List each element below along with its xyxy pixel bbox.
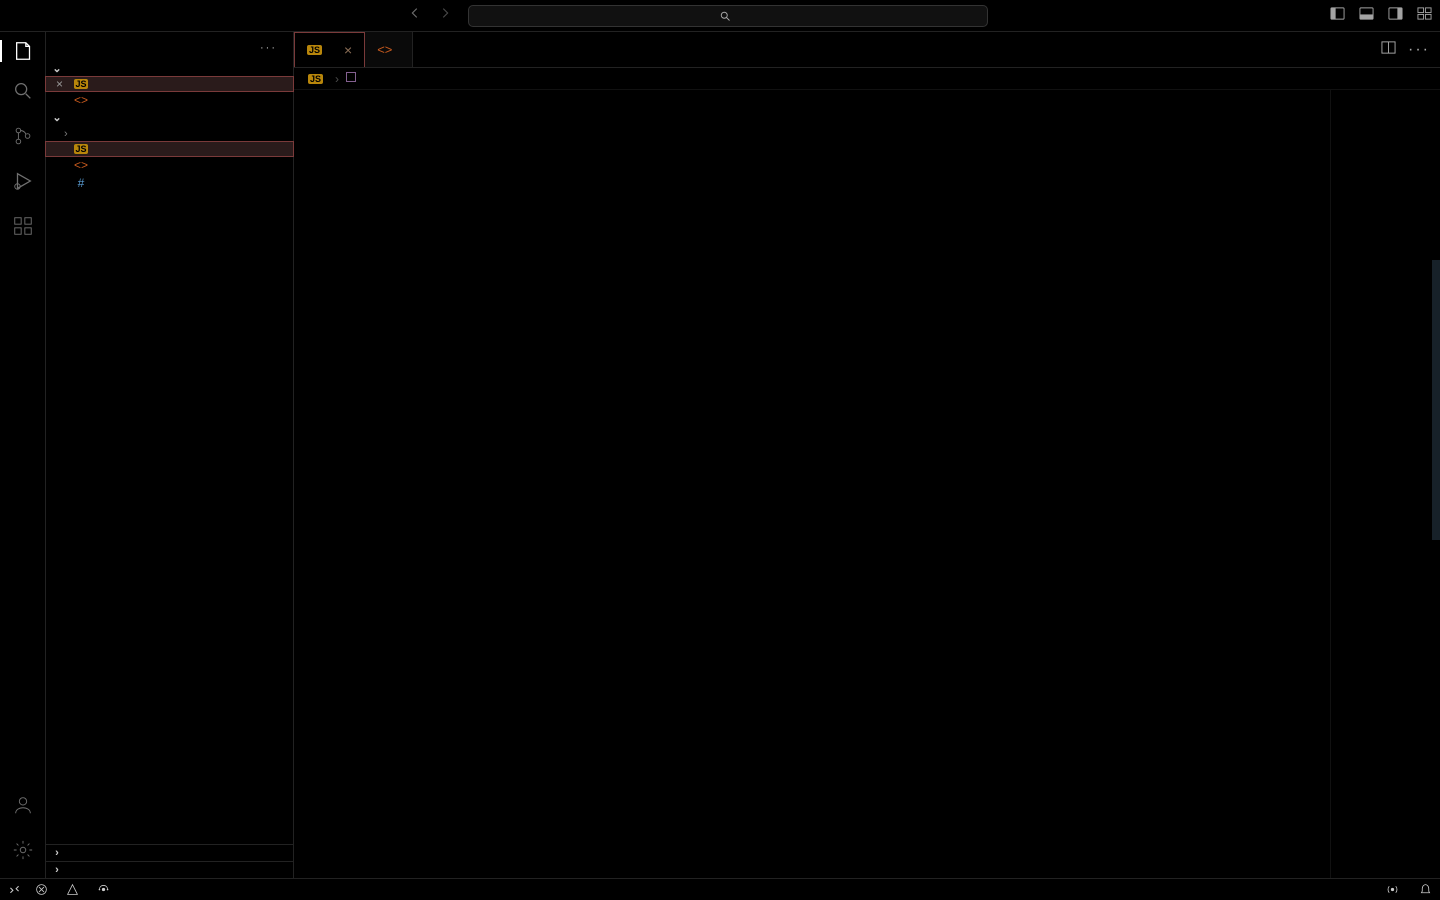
open-editor-item[interactable]: × JS	[46, 77, 293, 91]
timeline-header[interactable]: ›	[46, 861, 293, 878]
tree-file[interactable]: JS	[46, 142, 293, 156]
tree-folder[interactable]: ›	[46, 126, 293, 142]
sidebar-title: ···	[46, 32, 293, 60]
editor-area: JS × <> ··· JS ›	[294, 32, 1440, 878]
split-editor-icon[interactable]	[1381, 40, 1396, 60]
remote-indicator[interactable]	[8, 883, 21, 896]
symbol-icon	[345, 71, 357, 86]
activity-account-icon[interactable]	[12, 794, 34, 821]
layout-panel-icon[interactable]	[1359, 6, 1374, 26]
close-icon[interactable]: ×	[344, 42, 352, 58]
chevron-right-icon: ›	[64, 128, 68, 140]
status-errors[interactable]	[35, 883, 52, 896]
activity-scm-icon[interactable]	[12, 125, 34, 152]
activity-settings-icon[interactable]	[12, 839, 34, 866]
open-editor-item[interactable]: <>	[46, 91, 293, 109]
open-editors-header[interactable]: ⌄	[46, 60, 293, 77]
sidebar: ··· ⌄ × JS <> ⌄ › JS <>	[46, 32, 294, 878]
activity-explorer-icon[interactable]	[0, 40, 45, 62]
activity-search-icon[interactable]	[12, 80, 34, 107]
status-warnings[interactable]	[66, 883, 83, 896]
chevron-down-icon: ⌄	[50, 62, 64, 75]
search-box[interactable]	[468, 5, 988, 27]
tree-file[interactable]: #	[46, 174, 293, 192]
close-icon[interactable]: ×	[56, 77, 63, 91]
status-live-server[interactable]	[1386, 883, 1403, 896]
tab-bar: JS × <> ···	[294, 32, 1440, 68]
layout-sidebar-left-icon[interactable]	[1330, 6, 1345, 26]
tab-index-html[interactable]: <>	[365, 32, 413, 67]
layout-customize-icon[interactable]	[1417, 6, 1432, 26]
activity-debug-icon[interactable]	[12, 170, 34, 197]
minimap-viewport[interactable]	[1432, 260, 1440, 540]
tab-app-js[interactable]: JS ×	[294, 32, 365, 67]
titlebar	[0, 0, 1440, 32]
status-port-forward[interactable]	[97, 883, 114, 896]
editor-body[interactable]	[294, 90, 1440, 878]
chevron-right-icon: ›	[50, 847, 64, 859]
status-bar	[0, 878, 1440, 900]
breadcrumb[interactable]: JS ›	[294, 68, 1440, 90]
activity-bar	[0, 32, 46, 878]
search-icon	[719, 10, 731, 22]
sidebar-more-icon[interactable]: ···	[260, 42, 277, 54]
activity-extensions-icon[interactable]	[12, 215, 34, 242]
chevron-down-icon: ⌄	[50, 111, 64, 124]
folder-header[interactable]: ⌄	[46, 109, 293, 126]
layout-sidebar-right-icon[interactable]	[1388, 6, 1403, 26]
status-bell-icon[interactable]	[1419, 883, 1432, 896]
minimap[interactable]	[1330, 90, 1440, 878]
more-icon[interactable]: ···	[1408, 41, 1430, 59]
outline-header[interactable]: ›	[46, 844, 293, 861]
code-content[interactable]	[350, 90, 1330, 878]
nav-back-icon[interactable]	[408, 6, 422, 25]
nav-forward-icon[interactable]	[438, 6, 452, 25]
chevron-right-icon: ›	[50, 864, 64, 876]
tree-file[interactable]: <>	[46, 156, 293, 174]
line-gutter	[294, 90, 350, 878]
